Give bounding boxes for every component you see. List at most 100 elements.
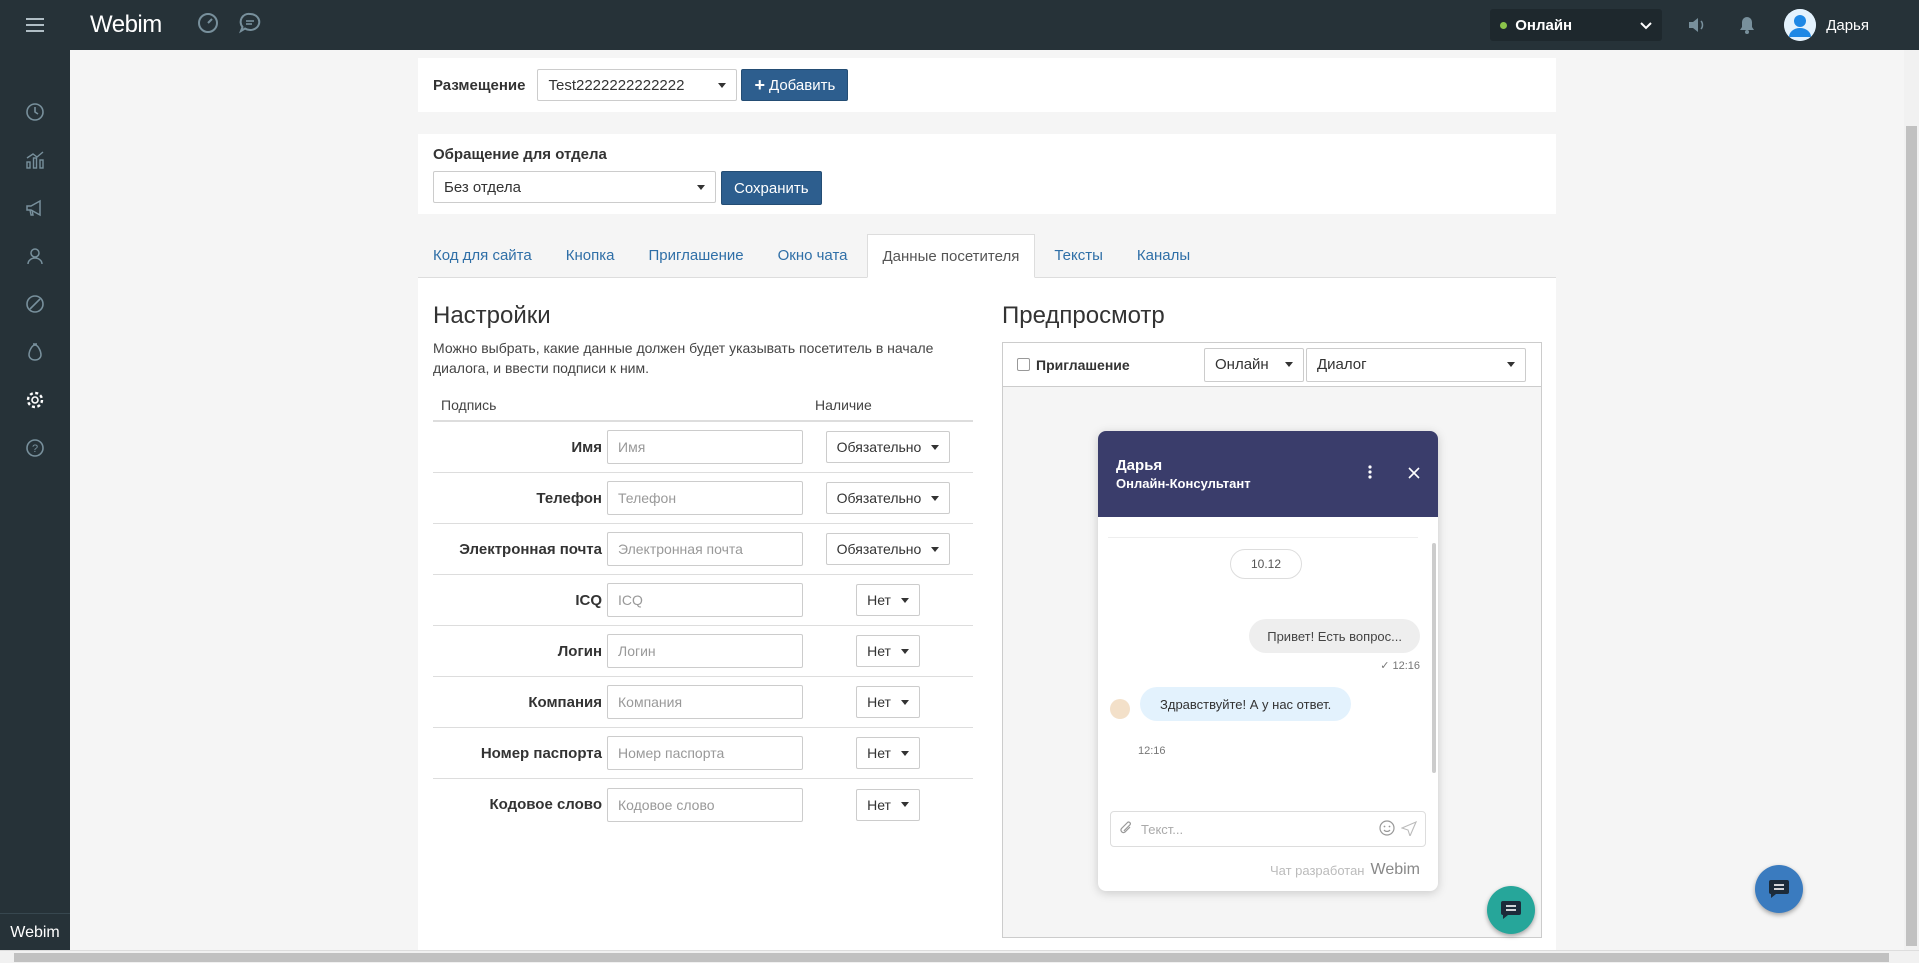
save-button[interactable]: Сохранить — [721, 171, 822, 205]
visitor-time: ✓ 12:16 — [1380, 659, 1420, 672]
vertical-scrollbar[interactable] — [1904, 50, 1919, 950]
presence-select[interactable]: Обязательно — [825, 533, 951, 565]
invite-checkbox[interactable] — [1017, 358, 1030, 371]
presence-select[interactable]: Нет — [856, 584, 920, 616]
horizontal-scrollbar[interactable] — [0, 950, 1919, 963]
app-logo[interactable]: Webim — [90, 11, 162, 39]
chat-widget: Дарья Онлайн-Консультант 10.12 Привет! Е… — [1098, 431, 1438, 891]
caret-down-icon — [931, 546, 940, 552]
save-button-label: Сохранить — [734, 179, 809, 197]
floating-chat-button[interactable] — [1755, 865, 1803, 913]
presence-value: Нет — [867, 796, 891, 813]
money-icon[interactable] — [0, 328, 70, 376]
table-row: Номер паспорта Номер паспорта Нет — [433, 728, 973, 779]
view-select[interactable]: Диалог — [1306, 347, 1526, 382]
presence-select[interactable]: Нет — [856, 686, 920, 718]
chat-scrollbar[interactable] — [1432, 543, 1436, 773]
tab-texts[interactable]: Тексты — [1054, 234, 1103, 277]
preview-title: Предпросмотр — [1002, 302, 1165, 329]
preview-toolbar: Приглашение Онлайн Диалог — [1003, 343, 1541, 387]
department-selected: Без отдела — [444, 178, 521, 196]
send-icon[interactable] — [1400, 820, 1418, 839]
department-select[interactable]: Без отдела — [433, 171, 716, 203]
email-field[interactable]: Электронная почта — [607, 532, 803, 566]
codeword-field[interactable]: Кодовое слово — [607, 787, 803, 822]
settings-icon[interactable] — [0, 376, 70, 424]
more-vertical-icon[interactable] — [1368, 465, 1372, 483]
visitors-icon[interactable] — [0, 232, 70, 280]
placeholder: Логин — [618, 643, 656, 659]
tab-button[interactable]: Кнопка — [566, 234, 615, 277]
tab-invitation[interactable]: Приглашение — [648, 234, 743, 277]
placeholder: ICQ — [618, 592, 643, 608]
operator-time: 12:16 — [1138, 745, 1166, 757]
scroll-thumb[interactable] — [14, 953, 1889, 962]
passport-field[interactable]: Номер паспорта — [607, 736, 803, 770]
presence-value: Нет — [867, 694, 891, 710]
tab-channels[interactable]: Каналы — [1137, 234, 1190, 277]
footer-brand[interactable]: Webim — [1371, 861, 1421, 879]
row-label: Компания — [528, 693, 602, 711]
chat-launcher-button[interactable] — [1487, 886, 1535, 934]
presence-value: Нет — [867, 643, 891, 659]
stats-icon[interactable] — [0, 136, 70, 184]
main-content: Размещение Test2222222222222 + Добавить … — [70, 50, 1919, 950]
table-row: Телефон Телефон Обязательно — [433, 473, 973, 524]
emoji-icon[interactable] — [1379, 819, 1395, 839]
presence-value: Нет — [867, 592, 891, 608]
bell-icon[interactable] — [1722, 0, 1772, 50]
placement-select[interactable]: Test2222222222222 — [537, 69, 738, 101]
attach-icon[interactable] — [1119, 820, 1133, 838]
login-field[interactable]: Логин — [607, 634, 803, 668]
tab-visitor-data[interactable]: Данные посетителя — [866, 234, 1036, 278]
close-icon[interactable] — [1408, 466, 1420, 483]
presence-value: Нет — [867, 745, 891, 761]
row-label: Телефон — [536, 489, 602, 507]
table-row: ICQ ICQ Нет — [433, 575, 973, 626]
help-icon[interactable]: ? — [0, 424, 70, 472]
caret-down-icon — [931, 444, 940, 450]
plus-icon: + — [754, 74, 765, 95]
speedometer-icon[interactable] — [196, 11, 220, 39]
visitor-message: Привет! Есть вопрос... — [1249, 619, 1420, 653]
scroll-thumb[interactable] — [1906, 126, 1917, 946]
divider — [1108, 537, 1418, 538]
presence-select[interactable]: Нет — [856, 788, 920, 821]
sound-icon[interactable] — [1672, 0, 1722, 50]
phone-field[interactable]: Телефон — [607, 481, 803, 515]
tab-site-code[interactable]: Код для сайта — [433, 234, 532, 277]
avatar[interactable] — [1784, 9, 1817, 41]
placement-panel: Размещение Test2222222222222 + Добавить — [418, 58, 1556, 112]
operator-name: Дарья — [1116, 457, 1163, 474]
name-field[interactable]: Имя — [607, 430, 803, 464]
add-button[interactable]: + Добавить — [741, 69, 849, 101]
preview-box: Приглашение Онлайн Диалог Дарья Онлайн-К… — [1002, 342, 1542, 938]
chat-bubble-icon[interactable] — [238, 11, 262, 39]
placement-selected: Test2222222222222 — [548, 76, 685, 94]
block-icon[interactable] — [0, 280, 70, 328]
presence-select[interactable]: Обязательно — [825, 482, 951, 514]
company-field[interactable]: Компания — [607, 685, 803, 719]
presence-select[interactable]: Обязательно — [825, 431, 951, 463]
presence-select[interactable]: Нет — [856, 737, 920, 769]
chat-input-placeholder: Текст... — [1141, 821, 1184, 837]
caret-down-icon — [900, 597, 909, 603]
presence-select[interactable]: Нет — [856, 635, 920, 667]
row-label: Кодовое слово — [489, 796, 602, 813]
settings-section: Настройки Можно выбрать, какие данные до… — [433, 302, 973, 830]
menu-icon[interactable] — [0, 0, 70, 50]
history-icon[interactable] — [0, 88, 70, 136]
tab-chat-window[interactable]: Окно чата — [778, 234, 848, 277]
mode-select[interactable]: Онлайн — [1204, 347, 1304, 382]
status-select[interactable]: Онлайн — [1490, 9, 1663, 41]
chat-input[interactable]: Текст... — [1110, 811, 1426, 847]
tab-bar: Код для сайта Кнопка Приглашение Окно ча… — [418, 234, 1556, 278]
settings-rows: Имя Имя Обязательно Телефон Телефон Обяз… — [433, 422, 973, 830]
icq-field[interactable]: ICQ — [607, 583, 803, 617]
user-name[interactable]: Дарья — [1826, 17, 1869, 34]
status-label: Онлайн — [1515, 16, 1573, 34]
campaign-icon[interactable] — [0, 184, 70, 232]
table-row: Электронная почта Электронная почта Обяз… — [433, 524, 973, 575]
chevron-down-icon — [1640, 17, 1652, 34]
preview-section: Предпросмотр Приглашение Онлайн Диалог Д… — [1002, 302, 1542, 938]
